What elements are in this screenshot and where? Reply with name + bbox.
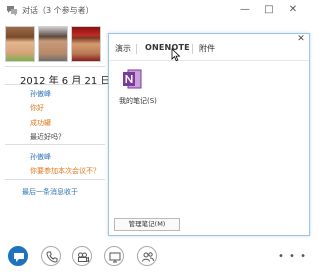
chat-icon	[7, 6, 17, 16]
participants-icon	[142, 252, 154, 262]
message-text: 成功罐	[30, 119, 51, 127]
avatar[interactable]	[71, 26, 101, 62]
avatar[interactable]	[38, 26, 68, 62]
divider	[5, 84, 105, 85]
video-button[interactable]	[72, 246, 92, 266]
conversation-window: 对话（3 个参与者） — □ ✕ 2012 年 6 月 21 日 孙傲峰 你好 …	[0, 0, 319, 276]
onenote-notebook-icon[interactable]	[121, 68, 143, 90]
phone-icon	[46, 251, 58, 263]
avatar[interactable]	[5, 26, 35, 62]
window-title: 对话（3 个参与者）	[22, 6, 94, 15]
conversation-pane: 2012 年 6 月 21 日 孙傲峰 你好 成功罐 最近好吗？ 孙傲峰 你要参…	[0, 22, 110, 237]
message-text: 你好	[30, 104, 44, 112]
tab-onenote[interactable]: ONENOTE	[145, 43, 190, 52]
divider	[5, 179, 105, 180]
message-sender: 孙傲峰	[30, 90, 51, 98]
more-options-button[interactable]: • • •	[278, 252, 307, 262]
maximize-button[interactable]: □	[261, 2, 277, 18]
message-text: 你要参加本次会议不？	[30, 167, 100, 175]
call-button[interactable]	[41, 246, 61, 266]
im-button[interactable]	[8, 246, 28, 266]
onenote-panel: ✕ 演示 ONENOTE 附件 我的笔记(S) 管理笔记(M)	[108, 33, 310, 236]
tab-divider	[109, 60, 309, 61]
message-sender: 孙傲峰	[30, 153, 51, 161]
title-bar: 对话（3 个参与者） — □ ✕	[0, 0, 319, 22]
notebook-label[interactable]: 我的笔记(S)	[119, 96, 157, 106]
present-screen-icon	[109, 252, 121, 263]
tab-attachments[interactable]: 附件	[199, 43, 215, 54]
tab-separator	[136, 44, 137, 54]
tab-present[interactable]: 演示	[115, 43, 131, 54]
minimize-button[interactable]: —	[237, 2, 253, 18]
last-message-note: 最后一条消息收于	[22, 188, 78, 196]
mouse-pointer-icon	[171, 48, 181, 62]
conversation-toolbar: • • •	[0, 242, 319, 276]
message-text: 最近好吗？	[30, 133, 65, 141]
close-button[interactable]: ✕	[285, 2, 301, 18]
im-bubble-icon	[14, 253, 24, 262]
panel-tabs: 演示 ONENOTE 附件	[109, 43, 309, 57]
tab-separator	[192, 44, 193, 54]
manage-notes-button[interactable]: 管理笔记(M)	[114, 218, 180, 231]
present-button[interactable]	[104, 246, 124, 266]
participant-avatars	[5, 26, 105, 62]
divider	[5, 66, 105, 67]
video-icon	[78, 252, 89, 263]
participants-button[interactable]	[137, 246, 157, 266]
divider	[5, 144, 105, 145]
